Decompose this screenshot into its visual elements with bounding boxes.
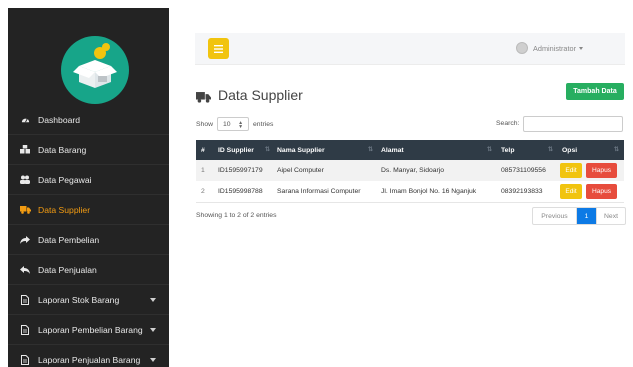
show-label: Show xyxy=(196,120,214,128)
edit-button[interactable]: Edit xyxy=(560,163,582,178)
hamburger-icon xyxy=(214,44,223,53)
supplier-name: Aipel Computer xyxy=(277,167,324,174)
user-menu[interactable]: Administrator xyxy=(516,42,583,54)
chevron-down-icon xyxy=(150,358,156,362)
sort-icon: ⇅ xyxy=(487,147,493,153)
sidebar-item-label: Laporan Penjualan Barang xyxy=(38,354,141,365)
share-icon xyxy=(18,235,32,244)
sidebar-item-data-pegawai[interactable]: Data Pegawai xyxy=(8,165,169,195)
entries-length-control: Show 10 ▲ ▼ entries xyxy=(196,117,273,131)
sidebar-item-laporan-penjualan-barang[interactable]: Laporan Penjualan Barang xyxy=(8,345,169,367)
sidebar-item-data-barang[interactable]: Data Barang xyxy=(8,135,169,165)
sidebar-item-label: Data Barang xyxy=(38,144,87,155)
top-frame xyxy=(0,0,633,8)
table-info: Showing 1 to 2 of 2 entries xyxy=(196,212,277,219)
row-number: 1 xyxy=(201,167,205,174)
supplier-address: Jl. Imam Bonjol No. 16 Nganjuk xyxy=(381,188,477,195)
page-1-button[interactable]: 1 xyxy=(577,208,596,224)
menu-toggle-button[interactable] xyxy=(208,38,229,59)
truck-icon xyxy=(196,90,211,108)
user-name: Administrator xyxy=(533,43,576,53)
column-header[interactable]: # xyxy=(201,140,205,160)
users-icon xyxy=(18,175,32,184)
add-supplier-button[interactable]: Tambah Data xyxy=(566,83,624,100)
chevron-down-icon xyxy=(579,46,583,50)
sidebar-item-label: Dashboard xyxy=(38,114,81,125)
dashboard-icon xyxy=(18,115,32,124)
column-header[interactable]: Telp xyxy=(501,140,514,160)
entries-select[interactable]: 10 ▲ ▼ xyxy=(217,117,250,131)
sort-icon: ⇅ xyxy=(265,147,271,153)
table-row: 1 ID1595997179 Aipel Computer Ds. Manyar… xyxy=(196,160,624,181)
column-header[interactable]: Nama Supplier xyxy=(277,140,325,160)
sort-icon: ⇅ xyxy=(368,147,374,153)
row-number: 2 xyxy=(201,188,205,195)
sidebar-item-label: Data Pembelian xyxy=(38,234,100,245)
select-arrows-icon: ▲ ▼ xyxy=(238,120,244,130)
delete-button[interactable]: Hapus xyxy=(586,184,617,199)
pagination: Previous 1 Next xyxy=(532,207,626,225)
sidebar-item-laporan-stok-barang[interactable]: Laporan Stok Barang xyxy=(8,285,169,315)
sidebar: Dashboard Data Barang Data Pegawai Data … xyxy=(8,8,169,367)
previous-page-button[interactable]: Previous xyxy=(533,208,577,224)
column-header[interactable]: Alamat xyxy=(381,140,404,160)
file-icon xyxy=(18,294,32,305)
sidebar-item-label: Data Supplier xyxy=(38,204,91,215)
search-label: Search: xyxy=(496,120,520,127)
sidebar-item-label: Data Penjualan xyxy=(38,264,97,275)
avatar xyxy=(516,42,529,54)
column-header[interactable]: ID Supplier xyxy=(218,140,254,160)
app-logo xyxy=(61,36,129,104)
entries-label: entries xyxy=(253,120,274,128)
file-icon xyxy=(18,324,32,335)
sort-icon: ⇅ xyxy=(614,147,620,153)
column-header[interactable]: Opsi xyxy=(562,140,577,160)
truck-icon xyxy=(18,205,32,214)
sidebar-item-label: Data Pegawai xyxy=(38,174,92,185)
supplier-address: Ds. Manyar, Sidoarjo xyxy=(381,167,445,174)
top-navbar: Administrator xyxy=(195,33,625,65)
sidebar-item-laporan-pembelian-barang[interactable]: Laporan Pembelian Barang xyxy=(8,315,169,345)
supplier-phone: 085731109556 xyxy=(501,167,546,174)
search-input[interactable] xyxy=(523,116,623,132)
supplier-name: Sarana Informasi Computer xyxy=(277,188,361,195)
entries-value: 10 xyxy=(223,120,231,128)
file-icon xyxy=(18,354,32,365)
box-logo-icon xyxy=(73,43,117,88)
sort-icon: ⇅ xyxy=(548,147,554,153)
table-header-row: # ID Supplier ⇅ Nama Supplier ⇅ Alamat ⇅… xyxy=(196,140,624,160)
cubes-icon xyxy=(18,145,32,154)
supplier-table: # ID Supplier ⇅ Nama Supplier ⇅ Alamat ⇅… xyxy=(196,140,624,203)
sidebar-item-label: Laporan Pembelian Barang xyxy=(38,324,143,335)
sidebar-item-data-pembelian[interactable]: Data Pembelian xyxy=(8,225,169,255)
page-title: Data Supplier xyxy=(218,87,303,103)
next-page-button[interactable]: Next xyxy=(596,208,625,224)
chevron-down-icon xyxy=(150,298,156,302)
table-row: 2 ID1595998788 Sarana Informasi Computer… xyxy=(196,181,624,203)
sidebar-item-dashboard[interactable]: Dashboard xyxy=(8,105,169,135)
delete-button[interactable]: Hapus xyxy=(586,163,617,178)
supplier-phone: 08392193833 xyxy=(501,188,543,195)
edit-button[interactable]: Edit xyxy=(560,184,582,199)
supplier-id: ID1595997179 xyxy=(218,167,263,174)
reply-icon xyxy=(18,265,32,274)
supplier-id: ID1595998788 xyxy=(218,188,263,195)
chevron-down-icon xyxy=(150,328,156,332)
sidebar-item-data-penjualan[interactable]: Data Penjualan xyxy=(8,255,169,285)
sidebar-item-data-supplier[interactable]: Data Supplier xyxy=(8,195,169,225)
sidebar-item-label: Laporan Stok Barang xyxy=(38,294,120,305)
